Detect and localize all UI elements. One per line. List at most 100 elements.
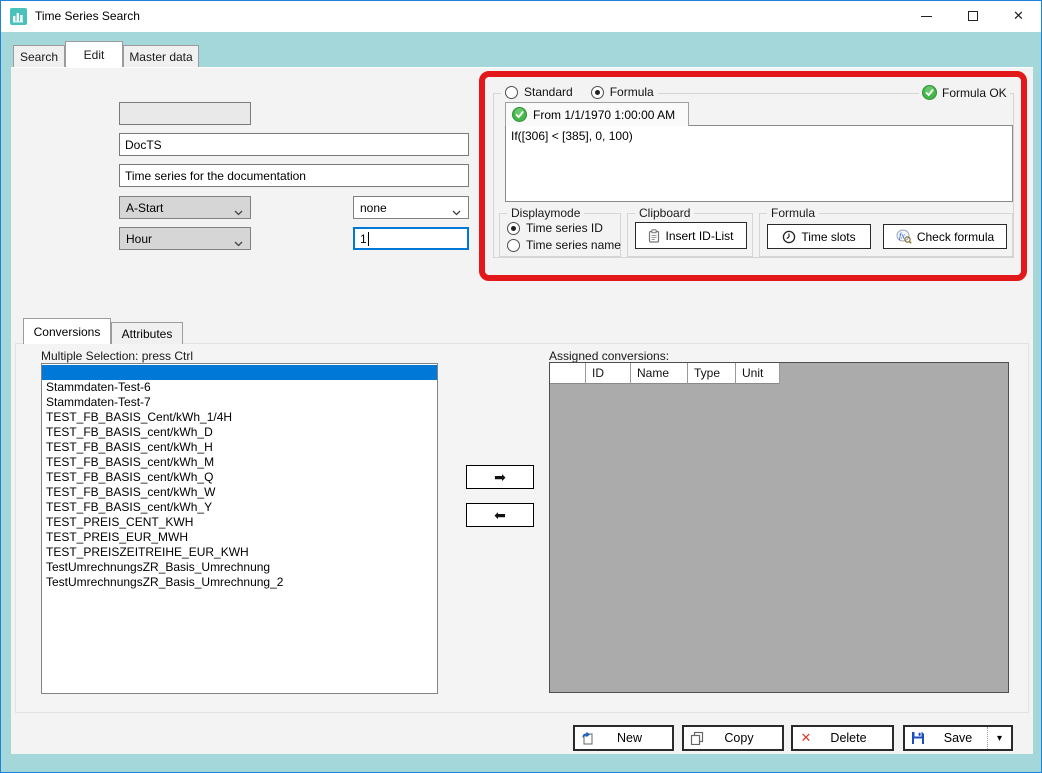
title-bar[interactable]: Time Series Search ✕: [1, 1, 1041, 32]
check-formula-icon: fx: [896, 229, 912, 244]
list-item[interactable]: Stammdaten-Test-7: [42, 395, 437, 410]
multi-select-hint: Multiple Selection: press Ctrl: [41, 349, 193, 363]
copy-button-label: Copy: [710, 731, 782, 745]
assigned-conversions-label: Assigned conversions:: [549, 349, 669, 363]
column-header[interactable]: ID: [586, 363, 631, 384]
type-value: A-Start: [126, 201, 163, 215]
displaymode-legend: Displaymode: [507, 206, 584, 220]
time-slots-button[interactable]: Time slots: [767, 224, 871, 249]
arrow-right-icon: ➡: [494, 469, 506, 486]
arrow-left-icon: ⬅: [494, 507, 506, 524]
assigned-table-header: IDNameTypeUnit: [550, 363, 780, 384]
interval-length-value: 1: [360, 232, 367, 246]
radio-formula-icon: [591, 86, 604, 99]
check-circle-icon: [922, 85, 937, 100]
minimize-icon: [921, 16, 932, 17]
formula-status-label: Formula OK: [942, 86, 1007, 100]
radio-standard-label: Standard: [524, 85, 573, 99]
copy-icon: [684, 731, 710, 745]
description-field[interactable]: Time series for the documentation: [119, 164, 469, 187]
radio-standard[interactable]: Standard: [505, 85, 573, 99]
interval-length-field[interactable]: 1: [353, 227, 469, 250]
tab-search[interactable]: Search: [13, 45, 65, 67]
insert-id-list-button[interactable]: Insert ID-List: [635, 222, 747, 249]
insert-id-list-label: Insert ID-List: [665, 229, 733, 243]
interval-combobox[interactable]: Hour: [119, 227, 251, 250]
minimize-button[interactable]: [904, 1, 949, 31]
column-header[interactable]: Name: [631, 363, 688, 384]
list-item[interactable]: TestUmrechnungsZR_Basis_Umrechnung: [42, 560, 437, 575]
app-window: Time Series Search ✕ Search Edit Master …: [0, 0, 1042, 773]
list-item[interactable]: TEST_FB_BASIS_cent/kWh_Q: [42, 470, 437, 485]
maximize-icon: [968, 11, 978, 21]
delete-icon: ✕: [793, 730, 819, 746]
chevron-down-icon: [234, 205, 243, 211]
tab-conversions[interactable]: Conversions: [23, 318, 111, 344]
chevron-down-icon: [452, 205, 461, 211]
unassign-button[interactable]: ⬅: [466, 503, 534, 527]
check-circle-icon: [512, 107, 527, 122]
conversions-listbox[interactable]: Stammdaten-Test-6Stammdaten-Test-7TEST_F…: [41, 363, 438, 694]
delete-button[interactable]: ✕ Delete: [791, 725, 894, 751]
close-icon: ✕: [1013, 8, 1024, 24]
radio-time-series-id[interactable]: Time series ID: [507, 221, 603, 235]
list-item[interactable]: TEST_FB_BASIS_cent/kWh_D: [42, 425, 437, 440]
name-field[interactable]: DocTS: [119, 133, 469, 156]
column-header[interactable]: Type: [688, 363, 736, 384]
list-item[interactable]: TEST_PREIS_CENT_KWH: [42, 515, 437, 530]
assigned-conversions-table[interactable]: IDNameTypeUnit: [549, 362, 1009, 693]
radio-time-series-id-label: Time series ID: [526, 221, 603, 235]
mode-radios: Standard Formula: [501, 85, 658, 99]
list-item[interactable]: TEST_FB_BASIS_cent/kWh_M: [42, 455, 437, 470]
check-formula-button[interactable]: fx Check formula: [883, 224, 1007, 249]
text-caret: [368, 232, 369, 246]
clipboard-icon: [648, 229, 660, 243]
formula-group-legend: Formula: [767, 206, 819, 220]
dropdown-chevron-icon: ▾: [997, 733, 1002, 744]
new-button-label: New: [601, 731, 672, 745]
tab-master-data[interactable]: Master data: [123, 45, 199, 67]
radio-formula-label: Formula: [610, 85, 654, 99]
svg-text:fx: fx: [899, 232, 905, 241]
list-item[interactable]: TEST_FB_BASIS_cent/kWh_H: [42, 440, 437, 455]
list-item[interactable]: TestUmrechnungsZR_Basis_Umrechnung_2: [42, 575, 437, 590]
copy-button[interactable]: Copy: [682, 725, 784, 751]
radio-time-series-name[interactable]: Time series name: [507, 238, 621, 252]
list-item[interactable]: TEST_PREISZEITREIHE_EUR_KWH: [42, 545, 437, 560]
new-button[interactable]: New: [573, 725, 674, 751]
unit-value: none: [360, 201, 387, 215]
time-slots-label: Time slots: [801, 230, 855, 244]
save-icon: [905, 731, 931, 745]
column-header[interactable]: [550, 363, 586, 384]
formula-period-label: From 1/1/1970 1:00:00 AM: [533, 108, 675, 122]
list-item[interactable]: Stammdaten-Test-6: [42, 380, 437, 395]
list-item[interactable]: TEST_PREIS_EUR_MWH: [42, 530, 437, 545]
unit-combobox[interactable]: none: [353, 196, 469, 219]
type-combobox[interactable]: A-Start: [119, 196, 251, 219]
tab-edit[interactable]: Edit: [65, 41, 123, 67]
close-button[interactable]: ✕: [996, 1, 1041, 31]
window-title: Time Series Search: [35, 9, 140, 23]
formula-text: If([306] < [385], 0, 100): [511, 129, 633, 143]
radio-formula[interactable]: Formula: [591, 85, 654, 99]
new-icon: [575, 731, 601, 746]
assign-button[interactable]: ➡: [466, 465, 534, 489]
column-header[interactable]: Unit: [736, 363, 780, 384]
clock-icon: [782, 230, 796, 244]
maximize-button[interactable]: [950, 1, 995, 31]
list-item[interactable]: TEST_FB_BASIS_cent/kWh_Y: [42, 500, 437, 515]
list-item[interactable]: TEST_FB_BASIS_cent/kWh_W: [42, 485, 437, 500]
save-dropdown-button[interactable]: ▾: [987, 727, 1011, 749]
clipboard-legend: Clipboard: [635, 206, 694, 220]
save-button[interactable]: Save ▾: [903, 725, 1013, 751]
list-item[interactable]: TEST_FB_BASIS_Cent/kWh_1/4H: [42, 410, 437, 425]
formula-period-tab[interactable]: From 1/1/1970 1:00:00 AM: [505, 102, 689, 126]
radio-time-series-id-icon: [507, 222, 520, 235]
radio-standard-icon: [505, 86, 518, 99]
save-button-label: Save: [931, 731, 987, 745]
list-item[interactable]: [42, 365, 437, 380]
radio-time-series-name-label: Time series name: [526, 238, 621, 252]
formula-textarea[interactable]: If([306] < [385], 0, 100): [505, 125, 1013, 202]
tab-attributes[interactable]: Attributes: [111, 322, 183, 344]
formula-status: Formula OK: [919, 85, 1010, 100]
